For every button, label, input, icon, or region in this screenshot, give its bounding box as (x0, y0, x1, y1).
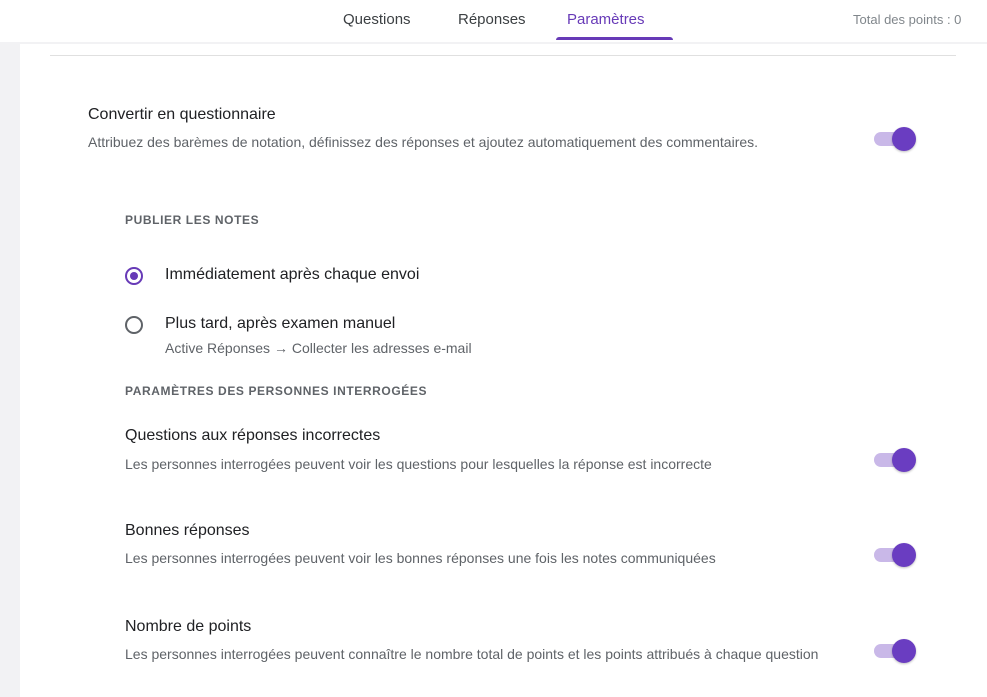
setting-incorrect-title: Questions aux réponses incorrectes (125, 427, 381, 444)
setting-points-description: Les personnes interrogées peuvent connaî… (125, 646, 819, 662)
tab-questions[interactable]: Questions (343, 11, 411, 28)
top-bar: Questions Réponses Paramètres Total des … (0, 0, 987, 42)
radio-later-hint: Active Réponses → Collecter les adresses… (165, 340, 472, 356)
publish-grades-heading: PUBLIER LES NOTES (125, 213, 260, 227)
quiz-title: Convertir en questionnaire (88, 106, 276, 123)
tab-responses[interactable]: Réponses (458, 11, 526, 28)
toggle-thumb (892, 448, 916, 472)
setting-incorrect-toggle[interactable] (870, 448, 916, 472)
toggle-thumb (892, 127, 916, 151)
quiz-toggle[interactable] (870, 127, 916, 151)
radio-later-label: Plus tard, après examen manuel (165, 315, 396, 332)
total-points: Total des points : 0 (853, 12, 962, 27)
setting-correct-description: Les personnes interrogées peuvent voir l… (125, 550, 716, 566)
setting-points-toggle[interactable] (870, 639, 916, 663)
tab-settings[interactable]: Paramètres (567, 11, 645, 28)
toggle-thumb (892, 639, 916, 663)
setting-correct-title: Bonnes réponses (125, 522, 250, 539)
card-divider (50, 55, 956, 56)
radio-checked-icon (125, 267, 143, 285)
radio-unchecked-icon (125, 316, 143, 334)
setting-correct-toggle[interactable] (870, 543, 916, 567)
setting-points-title: Nombre de points (125, 618, 252, 635)
toggle-thumb (892, 543, 916, 567)
settings-card: Convertir en questionnaire Attribuez des… (20, 44, 987, 697)
quiz-description: Attribuez des barèmes de notation, défin… (88, 134, 759, 150)
radio-immediately-label: Immédiatement après chaque envoi (165, 266, 420, 283)
respondent-settings-heading: PARAMÈTRES DES PERSONNES INTERROGÉES (125, 384, 428, 398)
setting-incorrect-description: Les personnes interrogées peuvent voir l… (125, 456, 712, 472)
